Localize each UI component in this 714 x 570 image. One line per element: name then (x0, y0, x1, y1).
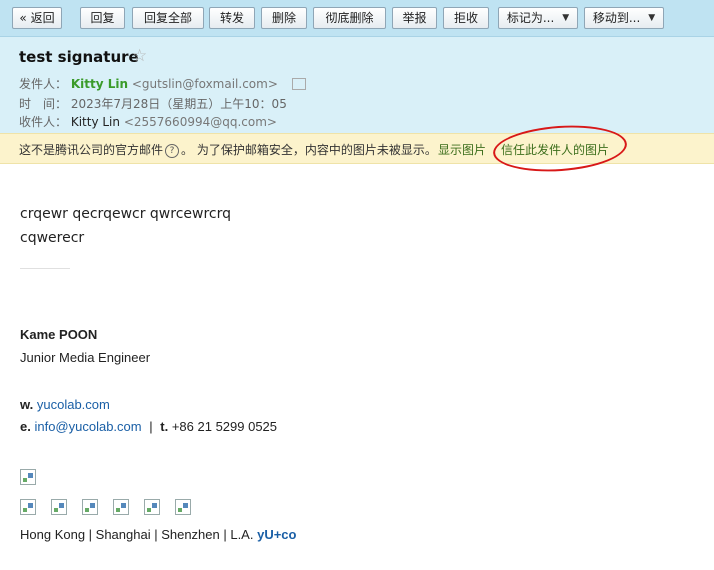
reply-all-button[interactable]: 回复全部 (132, 7, 204, 29)
chevron-down-icon: ▼ (562, 13, 570, 23)
broken-image-icon (113, 499, 129, 515)
from-name[interactable]: Kitty Lin (71, 77, 128, 91)
warning-text-part2: 。 为了保护邮箱安全，内容中的图片未被显示。 (181, 143, 437, 157)
reply-button[interactable]: 回复 (80, 7, 125, 29)
delete-button[interactable]: 删除 (261, 7, 307, 29)
to-label: 收件人： (19, 115, 68, 129)
time-label: 时 间： (19, 97, 68, 111)
warning-text-part1: 这不是腾讯公司的官方邮件 (19, 143, 164, 157)
chevron-down-icon: ▼ (648, 13, 656, 23)
email-link[interactable]: info@yucolab.com (34, 419, 141, 434)
from-row: 发件人： Kitty Lin <gutslin@foxmail.com> (19, 75, 306, 92)
website-label: w. (20, 397, 34, 412)
phone-label: t. (160, 419, 169, 434)
to-address: <2557660994@qq.com> (123, 115, 277, 129)
broken-image-icon (20, 469, 36, 485)
signature-name: Kame POON (20, 327, 97, 342)
signature-title: Junior Media Engineer (20, 350, 151, 365)
body-line-2: cqwerecr (20, 230, 85, 246)
time-row: 时 间： 2023年7月28日（星期五）上午10：05 (19, 95, 287, 112)
signature-locations-row: Hong Kong | Shanghai | Shenzhen | L.A. y… (20, 527, 296, 542)
broken-image-icon (175, 499, 191, 515)
time-value: 2023年7月28日（星期五）上午10：05 (70, 97, 287, 111)
mark-as-label: 标记为... (506, 11, 555, 25)
move-to-label: 移动到... (592, 11, 641, 25)
toolbar: « 返回 回复 回复全部 转发 删除 彻底删除 举报 拒收 标记为... ▼ 移动… (0, 0, 714, 37)
body-line-1: crqewr qecrqewcr qwrcewrcrq (20, 206, 232, 222)
forward-button[interactable]: 转发 (209, 7, 255, 29)
broken-image-icon (144, 499, 160, 515)
warning-text: 这不是腾讯公司的官方邮件?。 为了保护邮箱安全，内容中的图片未被显示。 (19, 141, 437, 158)
signature-contact-row: e. info@yucolab.com | t. +86 21 5299 052… (20, 419, 277, 434)
website-link[interactable]: yucolab.com (37, 397, 110, 412)
star-icon[interactable]: ☆ (132, 46, 147, 66)
signature-divider (20, 268, 70, 269)
signature-website-row: w. yucolab.com (20, 397, 110, 412)
brand-name: yU+co (257, 527, 297, 542)
office-cities: Hong Kong | Shanghai | Shenzhen | L.A. (20, 527, 254, 542)
move-to-dropdown[interactable]: 移动到... ▼ (584, 7, 664, 29)
from-address: <gutslin@foxmail.com> (131, 77, 278, 91)
delete-permanently-button[interactable]: 彻底删除 (313, 7, 386, 29)
separator: | (149, 419, 153, 434)
mark-as-dropdown[interactable]: 标记为... ▼ (498, 7, 578, 29)
back-button[interactable]: « 返回 (12, 7, 62, 29)
reject-button[interactable]: 拒收 (443, 7, 489, 29)
signature-name-text: Kame POON (20, 327, 98, 342)
to-name[interactable]: Kitty Lin (71, 115, 120, 129)
phone-number: +86 21 5299 0525 (171, 419, 278, 434)
report-button[interactable]: 举报 (392, 7, 437, 29)
email-header: test signature ☆ 发件人： Kitty Lin <gutslin… (0, 37, 714, 133)
contact-card-icon[interactable] (291, 77, 306, 90)
from-label: 发件人： (19, 77, 68, 91)
broken-image-icon (20, 499, 36, 515)
to-row: 收件人： Kitty Lin <2557660994@qq.com> (19, 113, 277, 130)
email-subject: test signature (19, 48, 139, 66)
email-label: e. (20, 419, 31, 434)
broken-image-icon (51, 499, 67, 515)
help-icon[interactable]: ? (165, 143, 180, 158)
show-images-link[interactable]: 显示图片 (438, 141, 486, 158)
broken-image-icon (82, 499, 98, 515)
